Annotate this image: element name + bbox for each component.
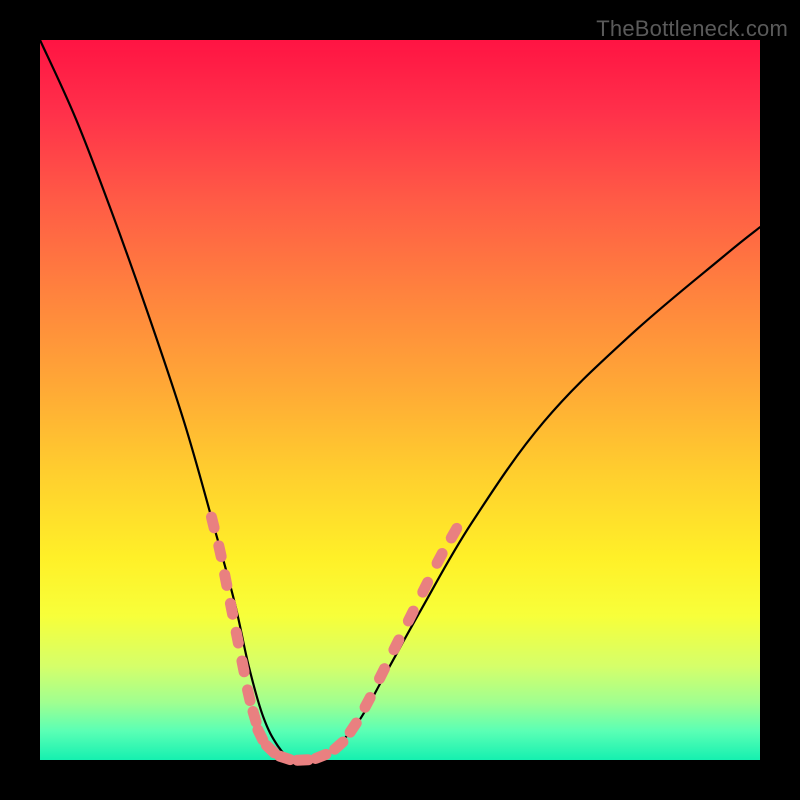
curve-marker (444, 521, 464, 546)
curve-marker (430, 546, 450, 571)
chart-area (40, 40, 760, 760)
curve-marker (205, 510, 221, 534)
bottleneck-curve (40, 40, 760, 761)
watermark: TheBottleneck.com (596, 16, 788, 42)
curve-marker (415, 575, 435, 600)
curve-marker (387, 633, 407, 658)
curve-marker (235, 655, 250, 679)
curve-marker (224, 597, 239, 621)
curve-marker (212, 539, 228, 563)
curve-marker (218, 568, 233, 592)
curve-marker (230, 626, 245, 650)
chart-svg (40, 40, 760, 760)
curve-marker (372, 661, 392, 686)
